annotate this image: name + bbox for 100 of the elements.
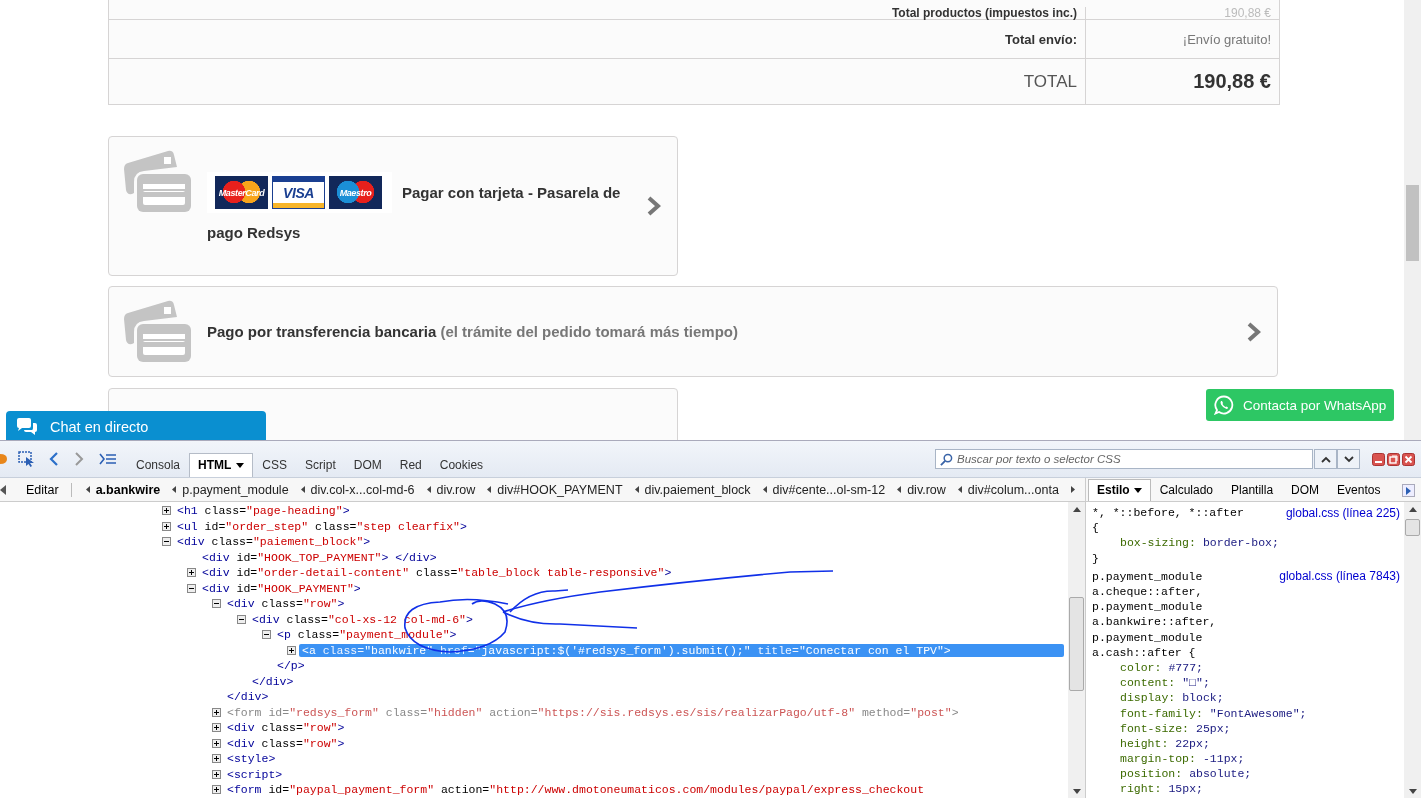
- stylesheet-link[interactable]: global.css (línea 225): [1285, 505, 1400, 520]
- css-value[interactable]: #777;: [1168, 660, 1203, 674]
- css-value[interactable]: border-box;: [1202, 536, 1279, 550]
- breadcrumb-item[interactable]: a.bankwire: [95, 482, 161, 497]
- breadcrumb-item[interactable]: div.col-x...col-md-6: [310, 482, 415, 497]
- panel-tab[interactable]: Script: [296, 453, 345, 477]
- closing-tag-line[interactable]: </div>: [249, 674, 297, 688]
- html-tag-line[interactable]: <style>: [224, 752, 279, 766]
- css-value[interactable]: 25px;: [1196, 721, 1231, 735]
- next-match-button[interactable]: [1337, 449, 1360, 469]
- breadcrumb-item[interactable]: div.row: [907, 482, 946, 497]
- html-tag-line[interactable]: <div class="row">: [224, 721, 348, 735]
- stylesheet-link[interactable]: global.css (línea 7843): [1279, 569, 1400, 584]
- html-tag-line[interactable]: <div class="row">: [224, 597, 348, 611]
- side-panel-tab[interactable]: Estilo: [1088, 479, 1151, 501]
- css-property[interactable]: position:: [1120, 767, 1183, 781]
- html-tag-line[interactable]: <div class="paiement_block">: [174, 535, 374, 549]
- css-value[interactable]: 15px;: [1168, 782, 1203, 796]
- inspect-pointer-icon[interactable]: [18, 451, 36, 467]
- collapse-toggle-icon[interactable]: [237, 614, 246, 624]
- breadcrumb-item[interactable]: div.paiement_block: [644, 482, 751, 497]
- side-panel-tab[interactable]: Eventos: [1328, 479, 1390, 501]
- payment-option-title[interactable]: Pagar con tarjeta - Pasarela de: [402, 184, 621, 201]
- css-value[interactable]: absolute;: [1189, 767, 1252, 781]
- breadcrumb-item[interactable]: div#colum...onta: [967, 482, 1059, 497]
- expand-toggle-icon[interactable]: [212, 738, 221, 748]
- css-value[interactable]: -11px;: [1202, 752, 1245, 766]
- css-value[interactable]: "FontAwesome";: [1209, 706, 1307, 720]
- html-tag-line[interactable]: <ul id="order_step" class="step clearfix">: [174, 519, 470, 533]
- expand-toggle-icon[interactable]: [162, 506, 171, 516]
- expand-toggle-icon[interactable]: [212, 723, 221, 733]
- closing-tag-line[interactable]: </p>: [274, 659, 308, 673]
- chevron-right-icon[interactable]: [647, 196, 661, 216]
- css-property[interactable]: font-family:: [1120, 706, 1203, 720]
- minimize-icon[interactable]: [1372, 452, 1385, 466]
- css-property[interactable]: display:: [1120, 691, 1176, 705]
- edit-button[interactable]: Editar: [12, 482, 72, 497]
- scroll-up-icon[interactable]: [1408, 507, 1417, 512]
- search-field[interactable]: Buscar por texto o selector CSS: [935, 449, 1313, 469]
- expand-toggle-icon[interactable]: [187, 568, 196, 578]
- scroll-down-icon[interactable]: [1072, 789, 1081, 794]
- expand-toggle-icon[interactable]: [287, 645, 296, 655]
- breadcrumb-item[interactable]: div#cente...ol-sm-12: [772, 482, 886, 497]
- payment-option-title[interactable]: pago Redsys: [207, 224, 301, 241]
- panel-tab[interactable]: Red: [390, 453, 431, 477]
- breadcrumb-item[interactable]: div#HOOK_PAYMENT: [497, 482, 623, 497]
- side-panel-tab[interactable]: DOM: [1282, 479, 1329, 501]
- panel-tab[interactable]: DOM: [344, 453, 391, 477]
- page-scrollbar[interactable]: [1404, 0, 1421, 440]
- side-panel-tab[interactable]: Plantilla: [1222, 479, 1283, 501]
- panel-tab[interactable]: HTML: [189, 453, 254, 477]
- css-value[interactable]: block;: [1182, 691, 1224, 705]
- breadcrumb-item[interactable]: div.row: [436, 482, 476, 497]
- css-property[interactable]: box-sizing:: [1120, 536, 1196, 550]
- collapse-toggle-icon[interactable]: [212, 599, 221, 609]
- html-tag-line[interactable]: <script>: [224, 767, 286, 781]
- panel-tab[interactable]: CSS: [253, 453, 297, 477]
- css-property[interactable]: margin-top:: [1120, 752, 1196, 766]
- command-line-icon[interactable]: [99, 453, 117, 465]
- panel-tab[interactable]: Consola: [127, 453, 190, 477]
- css-property[interactable]: height:: [1120, 736, 1169, 750]
- side-panel-tab[interactable]: Calculado: [1150, 479, 1223, 501]
- scrollbar-thumb[interactable]: [1406, 185, 1419, 261]
- chevron-right-icon[interactable]: [1247, 321, 1261, 342]
- panel-tab[interactable]: Cookies: [430, 453, 493, 477]
- html-tag-line[interactable]: <h1 class="page-heading">: [174, 504, 353, 518]
- html-tag-line[interactable]: <div id="order-detail-content" class="table_block table-responsive">: [199, 566, 675, 580]
- expand-toggle-icon[interactable]: [212, 754, 221, 764]
- scroll-down-icon[interactable]: [1408, 789, 1417, 794]
- breadcrumb-item[interactable]: p.payment_module: [182, 482, 289, 497]
- css-value[interactable]: 22px;: [1175, 736, 1210, 750]
- collapse-toggle-icon[interactable]: [162, 537, 171, 547]
- html-tag-line[interactable]: <form id="paypal_payment_form" action="http://www.dmotoneumaticos.com/modules/paypal/express_checkout: [224, 783, 928, 797]
- restore-icon[interactable]: [1387, 452, 1400, 466]
- left-arrow-icon[interactable]: [0, 484, 6, 495]
- expand-toggle-icon[interactable]: [212, 769, 221, 779]
- payment-option-card[interactable]: Pago por transferencia bancaria (el trámite del pedido tomará más tiempo): [108, 286, 1278, 377]
- payment-option-title[interactable]: Pago por transferencia bancaria (el trámite del pedido tomará más tiempo): [207, 323, 738, 340]
- close-icon[interactable]: [1402, 452, 1415, 466]
- previous-match-button[interactable]: [1314, 449, 1337, 469]
- css-property[interactable]: font-size:: [1120, 721, 1189, 735]
- scrollbar-thumb[interactable]: [1405, 519, 1420, 536]
- collapse-toggle-icon[interactable]: [262, 630, 271, 640]
- expand-toggle-icon[interactable]: [212, 785, 221, 795]
- css-property[interactable]: right:: [1120, 782, 1162, 796]
- css-property[interactable]: color:: [1120, 660, 1162, 674]
- css-scrollbar[interactable]: [1404, 502, 1421, 798]
- closing-tag-line[interactable]: </div>: [224, 690, 272, 704]
- right-arrow-icon[interactable]: [1070, 486, 1075, 493]
- html-tag-line[interactable]: <form id="redsys_form" class="hidden" action="https://sis.redsys.es/sis/realizarPago/utf-8" method="post">: [224, 705, 962, 719]
- html-tag-line[interactable]: <div id="HOOK_TOP_PAYMENT"> </div>: [199, 550, 440, 564]
- expand-toggle-icon[interactable]: [162, 521, 171, 531]
- expand-toggle-icon[interactable]: [212, 707, 221, 717]
- css-property[interactable]: content:: [1120, 676, 1176, 690]
- scroll-up-icon[interactable]: [1072, 507, 1081, 512]
- scrollbar-thumb[interactable]: [1069, 597, 1084, 691]
- html-tag-line[interactable]: <div class="row">: [224, 736, 348, 750]
- tree-scrollbar[interactable]: [1068, 502, 1085, 798]
- html-tag-line[interactable]: <div id="HOOK_PAYMENT">: [199, 581, 364, 595]
- css-value[interactable]: "□";: [1182, 676, 1210, 690]
